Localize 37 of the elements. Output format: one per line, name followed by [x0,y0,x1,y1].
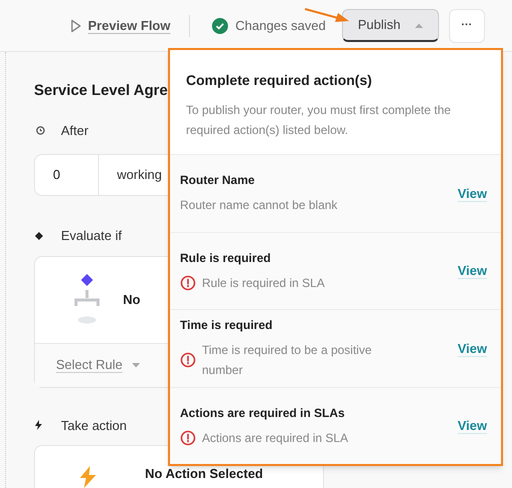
requirement-message: Actions are required in SLA [202,430,350,447]
lightning-icon [79,466,97,488]
section-title: Service Level Agre [34,81,168,101]
view-link[interactable]: View [458,184,487,203]
view-link[interactable]: View [458,261,487,280]
requirement-message: Rule is required in SLA [202,274,326,292]
requirement-message: Router name cannot be blank [180,197,338,214]
check-icon [212,18,228,34]
more-button[interactable]: ··· [448,8,485,42]
popover-title: Complete required action(s) [186,71,373,90]
amount-field[interactable]: 0 [35,155,99,195]
requirement-message: Time is required to be a positive number [202,342,373,380]
popover-description: To publish your router, you must first complete the required action(s) listed below. [186,102,452,139]
caret-icon [132,362,140,368]
lightning-icon [34,420,43,430]
requirement-title: Actions are required in SLAs [180,404,346,422]
error-icon [180,430,196,446]
step-label: Take action [61,416,127,434]
requirement-title: Time is required [180,317,274,334]
step-label: Evaluate if [61,227,122,245]
requirement-title: Rule is required [180,250,272,267]
step-label: After [61,122,88,140]
caret-icon [414,22,423,28]
view-link[interactable]: View [458,416,487,436]
clock-icon [36,126,45,135]
preview-flow-link[interactable]: Preview Flow [88,16,170,36]
empty-action-text: No Action Selected [145,465,263,483]
unit-dropdown[interactable]: working [99,155,162,195]
error-icon [180,274,196,291]
view-link[interactable]: View [458,338,487,358]
requirement-title: Router Name [180,172,256,190]
play-icon [70,18,82,32]
publish-button[interactable]: Publish [342,9,439,42]
save-status: Changes saved [235,16,326,35]
diamond-icon [35,232,43,240]
error-icon [180,352,196,368]
empty-rule-text: No [123,290,140,309]
